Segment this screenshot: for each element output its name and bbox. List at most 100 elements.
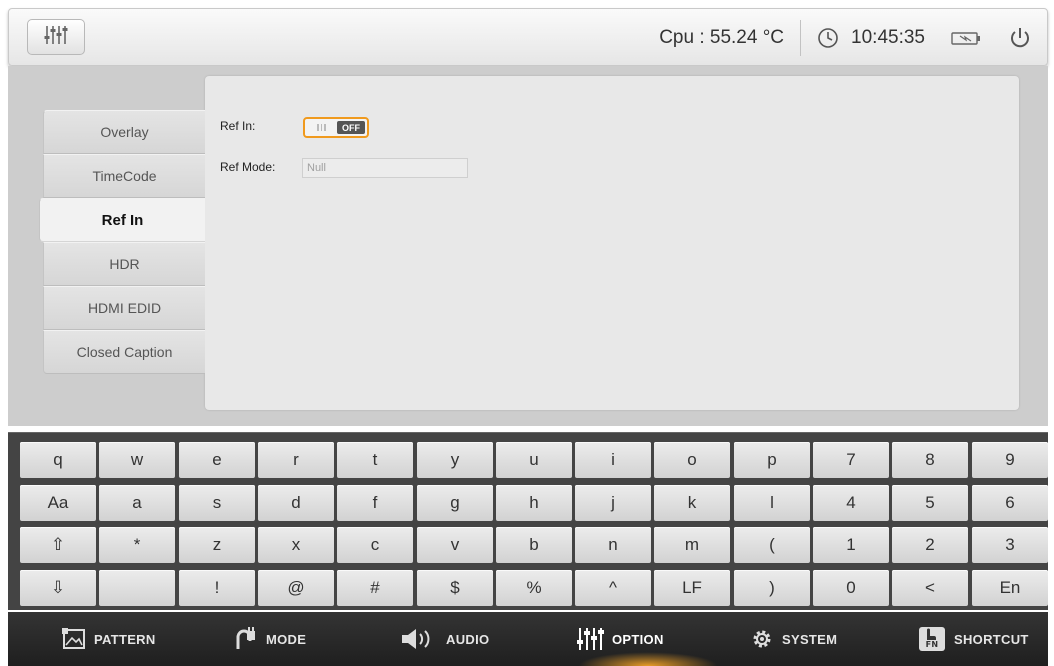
- keyboard-key[interactable]: t: [337, 442, 413, 478]
- keyboard-key[interactable]: y: [417, 442, 493, 478]
- nav-label: MODE: [266, 631, 307, 647]
- keyboard-key[interactable]: 5: [892, 485, 968, 521]
- keyboard-key[interactable]: n: [575, 527, 651, 563]
- ref-in-toggle[interactable]: OFF: [303, 117, 369, 138]
- speaker-icon: [400, 628, 438, 650]
- keyboard-key[interactable]: 4: [813, 485, 889, 521]
- keyboard-key[interactable]: (: [734, 527, 810, 563]
- keyboard-key[interactable]: s: [179, 485, 255, 521]
- keyboard-key[interactable]: c: [337, 527, 413, 563]
- sidebar-item-label: Closed Caption: [76, 344, 173, 360]
- keyboard-key[interactable]: *: [99, 527, 175, 563]
- keyboard-key[interactable]: m: [654, 527, 730, 563]
- nav-label: SHORTCUT: [954, 631, 1029, 647]
- gear-icon: [750, 627, 774, 651]
- ref-mode-label: Ref Mode:: [220, 160, 276, 174]
- keyboard-key[interactable]: $: [417, 570, 493, 606]
- keyboard-key[interactable]: %: [496, 570, 572, 606]
- nav-label: SYSTEM: [782, 631, 838, 647]
- keyboard-key[interactable]: e: [179, 442, 255, 478]
- toggle-state: OFF: [337, 121, 365, 134]
- keyboard-key[interactable]: x: [258, 527, 334, 563]
- nav-shortcut[interactable]: FN SHORTCUT: [918, 612, 1029, 666]
- status-area: Cpu : 55.24 °C 10:45:35: [659, 9, 1047, 67]
- keyboard-key[interactable]: ⇧: [20, 527, 96, 563]
- top-bar: Cpu : 55.24 °C 10:45:35: [8, 8, 1048, 66]
- key-space[interactable]: [99, 570, 175, 606]
- keyboard-key[interactable]: h: [496, 485, 572, 521]
- keyboard-key[interactable]: g: [417, 485, 493, 521]
- power-icon[interactable]: [1007, 25, 1033, 51]
- sidebar-item-closed-caption[interactable]: Closed Caption: [43, 330, 205, 374]
- plug-icon: [234, 627, 258, 651]
- divider: [800, 20, 802, 56]
- keyboard-key[interactable]: i: [575, 442, 651, 478]
- nav-label: OPTION: [612, 631, 664, 647]
- keyboard-key[interactable]: r: [258, 442, 334, 478]
- sidebar-item-timecode[interactable]: TimeCode: [43, 154, 205, 198]
- menu-button[interactable]: [27, 19, 85, 55]
- keyboard-key[interactable]: 8: [892, 442, 968, 478]
- sidebar-item-label: Ref In: [101, 211, 144, 229]
- sliders-icon: [43, 24, 69, 51]
- cpu-temperature: Cpu : 55.24 °C: [659, 27, 785, 48]
- keyboard-key[interactable]: ): [734, 570, 810, 606]
- keyboard-key[interactable]: ⇩: [20, 570, 96, 606]
- clock-icon: [817, 27, 839, 49]
- sidebar-item-label: HDMI EDID: [87, 300, 162, 316]
- sidebar-item-hdmi-edid[interactable]: HDMI EDID: [43, 286, 205, 330]
- option-sidebar: Overlay TimeCode Ref In HDR HDMI EDID Cl…: [39, 110, 205, 374]
- keyboard-key[interactable]: 1: [813, 527, 889, 563]
- nav-audio[interactable]: AUDIO: [400, 612, 489, 666]
- keyboard-key[interactable]: a: [99, 485, 175, 521]
- keyboard-key[interactable]: En: [972, 570, 1048, 606]
- nav-system[interactable]: SYSTEM: [750, 612, 837, 666]
- sidebar-item-label: HDR: [109, 256, 140, 272]
- keyboard-key[interactable]: ^: [575, 570, 651, 606]
- keyboard-key[interactable]: j: [575, 485, 651, 521]
- battery-charging-icon: [951, 30, 981, 46]
- keyboard-key[interactable]: p: [734, 442, 810, 478]
- ref-in-label: Ref In:: [220, 119, 256, 133]
- keyboard-key[interactable]: <: [892, 570, 968, 606]
- keyboard-key[interactable]: LF: [654, 570, 730, 606]
- keyboard-key[interactable]: k: [654, 485, 730, 521]
- sliders-icon: [576, 626, 604, 652]
- image-icon: [62, 628, 86, 650]
- keyboard-key[interactable]: d: [258, 485, 334, 521]
- keyboard-key[interactable]: v: [417, 527, 493, 563]
- clock-time: 10:45:35: [851, 27, 925, 48]
- keyboard-key[interactable]: q: [20, 442, 96, 478]
- keyboard-key[interactable]: !: [179, 570, 255, 606]
- keyboard-key[interactable]: @: [258, 570, 334, 606]
- keyboard-key[interactable]: 3: [972, 527, 1048, 563]
- keyboard-key[interactable]: o: [654, 442, 730, 478]
- keyboard-key[interactable]: 2: [892, 527, 968, 563]
- nav-option[interactable]: OPTION: [576, 612, 664, 666]
- keyboard-key[interactable]: #: [337, 570, 413, 606]
- keyboard-key[interactable]: b: [496, 527, 572, 563]
- keyboard-key[interactable]: w: [99, 442, 175, 478]
- keyboard-key[interactable]: Aa: [20, 485, 96, 521]
- bottom-nav: PATTERN MODE AUDIO OPTION SYSTEM FN SHOR…: [8, 612, 1048, 666]
- keyboard-key[interactable]: l: [734, 485, 810, 521]
- sidebar-item-hdr[interactable]: HDR: [43, 242, 205, 286]
- keyboard-key[interactable]: 0: [813, 570, 889, 606]
- ref-mode-field[interactable]: Null: [302, 158, 468, 178]
- keyboard-key[interactable]: 9: [972, 442, 1048, 478]
- fn-hand-icon: FN: [918, 626, 946, 652]
- nav-label: PATTERN: [94, 631, 156, 647]
- keyboard-key[interactable]: 6: [972, 485, 1048, 521]
- keyboard-key[interactable]: z: [179, 527, 255, 563]
- keyboard-key[interactable]: f: [337, 485, 413, 521]
- sidebar-item-ref-in[interactable]: Ref In: [39, 198, 205, 242]
- sidebar-item-label: TimeCode: [92, 168, 157, 184]
- nav-pattern[interactable]: PATTERN: [62, 612, 156, 666]
- keyboard-key[interactable]: u: [496, 442, 572, 478]
- sidebar-item-overlay[interactable]: Overlay: [43, 110, 205, 154]
- toggle-knob: [305, 119, 337, 136]
- nav-mode[interactable]: MODE: [234, 612, 306, 666]
- sidebar-item-label: Overlay: [100, 124, 149, 140]
- keyboard-key[interactable]: 7: [813, 442, 889, 478]
- nav-label: AUDIO: [446, 631, 490, 647]
